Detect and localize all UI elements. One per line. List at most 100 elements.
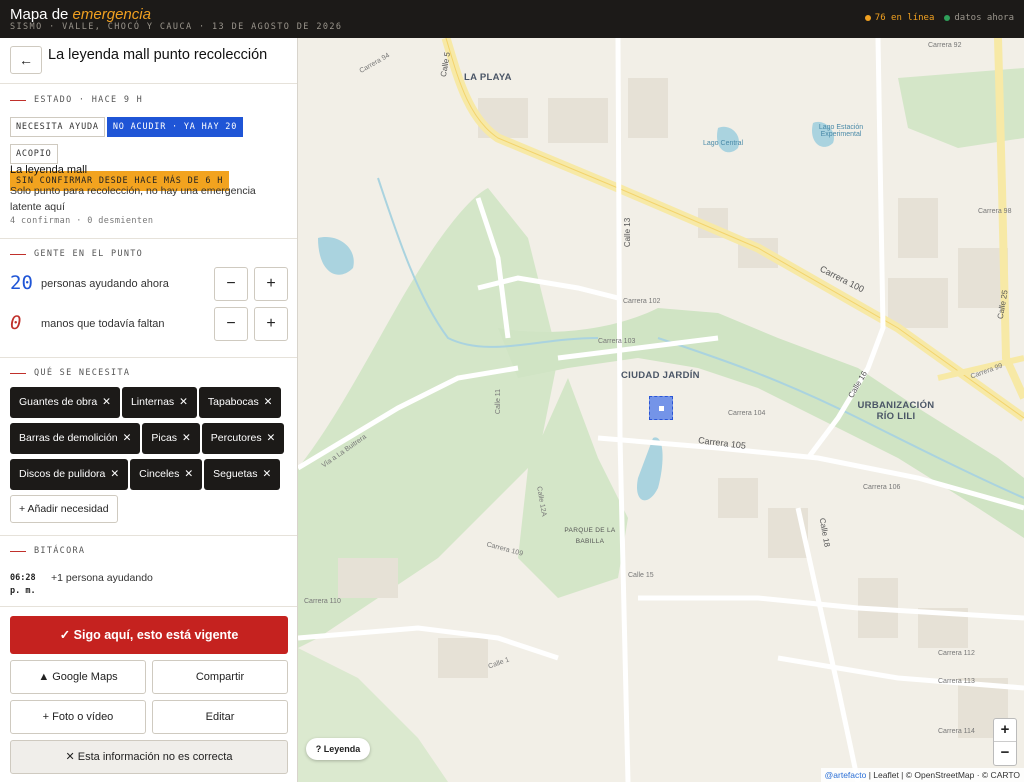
google-maps-button[interactable]: ▲ Google Maps	[10, 660, 146, 694]
plus-icon: +	[266, 275, 276, 292]
street-label: Carrera 92	[928, 42, 962, 49]
report-incorrect-button[interactable]: ✕ Esta información no es correcta	[10, 740, 288, 774]
needs-section-label: QUÉ SE NECESITA	[10, 368, 130, 378]
missing-label: manos que todavía faltan	[41, 318, 165, 330]
data-freshness-text: datos ahora	[954, 13, 1014, 23]
divider	[0, 238, 297, 239]
tag-needs-help[interactable]: NECESITA AYUDA	[10, 117, 105, 137]
add-photo-button[interactable]: + Foto o vídeo	[10, 700, 146, 734]
zoom-control: + −	[993, 718, 1017, 766]
street-label: Carrera 102	[623, 298, 661, 305]
street-label: Carrera 103	[598, 338, 636, 345]
street-label: Carrera 106	[863, 484, 901, 491]
close-icon[interactable]: ✕	[267, 432, 276, 444]
need-label: Tapabocas	[207, 396, 259, 408]
map-view[interactable]: LA PLAYA CIUDAD JARDÍN URBANIZACIÓN RÍO …	[298, 38, 1024, 782]
need-chip[interactable]: Percutores ✕	[201, 423, 285, 454]
status-section-text: ESTADO · HACE 9 H	[34, 95, 144, 105]
park-label: PARQUE DE LA BABILLA	[564, 527, 616, 545]
section-rule	[10, 372, 26, 374]
log-time: 06:28 p. m.	[10, 573, 36, 596]
missing-decrement-button[interactable]: −	[214, 307, 248, 341]
helpers-label: personas ayudando ahora	[41, 278, 169, 290]
missing-count: 0	[10, 312, 22, 334]
street-label: Carrera 104	[728, 410, 766, 417]
close-icon[interactable]: ✕	[102, 396, 111, 408]
helpers-increment-button[interactable]: +	[254, 267, 288, 301]
helpers-decrement-button[interactable]: −	[214, 267, 248, 301]
street-label: Calle 15	[628, 572, 654, 579]
action-bar: ✓ Sigo aquí, esto está vigente ▲ Google …	[0, 606, 297, 782]
section-rule	[10, 99, 26, 101]
need-chip[interactable]: Cinceles ✕	[130, 459, 203, 490]
back-button[interactable]: ←	[10, 46, 42, 74]
log-text: +1 persona ayudando	[51, 572, 153, 584]
need-label: Guantes de obra	[19, 396, 98, 408]
status-section-label: ESTADO · HACE 9 H	[10, 95, 143, 105]
legend-button[interactable]: ? Leyenda	[306, 738, 370, 760]
need-label: Seguetas	[213, 468, 258, 480]
street-label: Carrera 112	[938, 650, 975, 657]
missing-increment-button[interactable]: +	[254, 307, 288, 341]
app-title: Mapa de emergencia	[10, 6, 151, 23]
district-label: LA PLAYA	[464, 72, 512, 83]
helpers-row: 20 personas ayudando ahora − +	[10, 267, 290, 301]
confirm-still-valid-button[interactable]: ✓ Sigo aquí, esto está vigente	[10, 616, 288, 654]
close-icon[interactable]: ✕	[123, 432, 132, 444]
top-bar: Mapa de emergencia SISMO · VALLE, CHOCÓ …	[0, 0, 1024, 38]
people-section-label: GENTE EN EL PUNTO	[10, 249, 143, 259]
plus-icon: +	[266, 315, 276, 332]
add-need-button[interactable]: + Añadir necesidad	[10, 495, 118, 523]
attribution-text: | Leaflet | © OpenStreetMap · © CARTO	[866, 770, 1020, 780]
place-label: Lago Central	[703, 140, 744, 147]
zoom-out-button[interactable]: −	[994, 742, 1016, 765]
need-label: Cinceles	[139, 468, 180, 480]
close-icon[interactable]: ✕	[182, 432, 191, 444]
tag-collection[interactable]: ACOPIO	[10, 144, 58, 164]
need-chip[interactable]: Guantes de obra ✕	[10, 387, 120, 418]
close-icon[interactable]: ✕	[110, 468, 119, 480]
need-label: Discos de pulidora	[19, 468, 106, 480]
need-chip[interactable]: Discos de pulidora ✕	[10, 459, 129, 490]
close-icon[interactable]: ✕	[184, 468, 193, 480]
online-count: 76 en línea	[864, 13, 934, 23]
close-icon[interactable]: ✕	[264, 396, 273, 408]
need-chip[interactable]: Seguetas ✕	[204, 459, 281, 490]
missing-row: 0 manos que todavía faltan − +	[10, 307, 290, 341]
need-chip[interactable]: Tapabocas ✕	[198, 387, 282, 418]
zoom-in-button[interactable]: +	[994, 719, 1016, 742]
need-label: Picas	[151, 432, 178, 444]
tag-do-not-come[interactable]: NO ACUDIR · YA HAY 20	[106, 117, 244, 137]
need-label: Linternas	[130, 396, 175, 408]
data-freshness: datos ahora	[944, 13, 1014, 23]
app-title-accent: emergencia	[72, 6, 151, 23]
need-chip[interactable]: Barras de demolición ✕	[10, 423, 141, 454]
district-label: CIUDAD JARDÍN	[621, 370, 700, 381]
section-rule	[10, 253, 26, 255]
edit-button[interactable]: Editar	[152, 700, 288, 734]
divider	[0, 357, 297, 358]
confirmation-count: 4 confirman · 0 desmienten	[10, 216, 154, 226]
panel-header: ← La leyenda mall punto recolección	[0, 38, 297, 84]
need-chip[interactable]: Picas ✕	[142, 423, 200, 454]
share-button[interactable]: Compartir	[152, 660, 288, 694]
street-label: Carrera 110	[304, 598, 341, 605]
street-label: Calle 13	[623, 217, 633, 248]
log-section-label: BITÁCORA	[10, 546, 85, 556]
close-icon[interactable]: ✕	[179, 396, 188, 408]
point-marker[interactable]	[649, 396, 673, 420]
point-detail-panel: ← La leyenda mall punto recolección ESTA…	[0, 38, 298, 782]
log-section-text: BITÁCORA	[34, 546, 86, 556]
helpers-count: 20	[10, 272, 33, 294]
street-label: Carrera 114	[938, 728, 975, 735]
place-description: Solo punto para recolección, no hay una …	[10, 185, 256, 213]
online-dot-icon	[864, 14, 871, 21]
need-chip[interactable]: Linternas ✕	[121, 387, 197, 418]
divider	[0, 535, 297, 536]
street-label: Carrera 113	[938, 678, 975, 685]
close-icon[interactable]: ✕	[262, 468, 271, 480]
attribution-link[interactable]: @artefacto	[825, 770, 867, 780]
street-label: Calle 11	[495, 388, 503, 415]
people-section-text: GENTE EN EL PUNTO	[34, 249, 144, 259]
street-label: Carrera 98	[978, 208, 1012, 215]
